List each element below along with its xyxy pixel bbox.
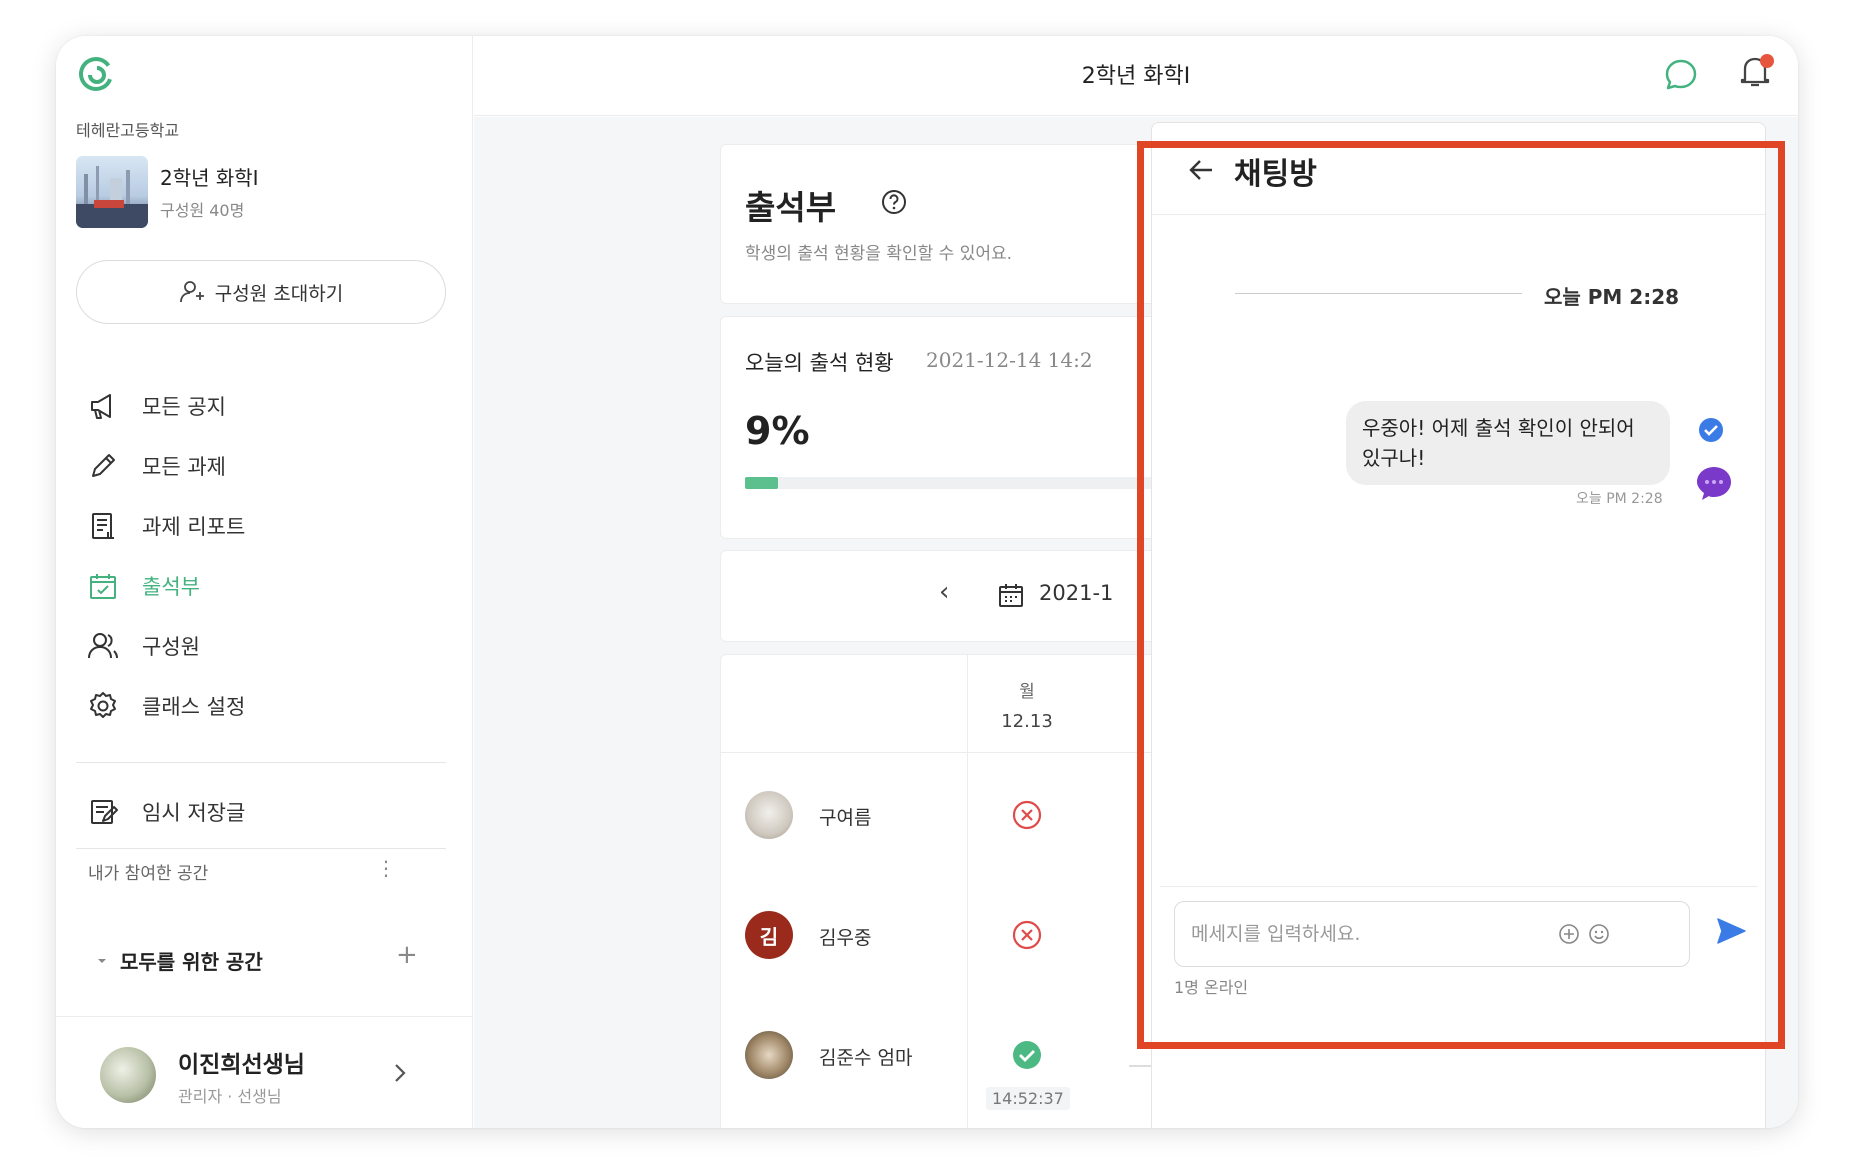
attendance-description: 학생의 출석 현황을 확인할 수 있어요. [745,244,1013,264]
chat-bubble-icon[interactable] [1662,56,1700,94]
avatar [745,791,793,839]
read-check-icon [1699,418,1723,442]
attendance-title: 출석부 [745,188,837,227]
sidebar-item-notices[interactable]: 모든 공지 [86,376,446,436]
today-attendance-time: 2021-12-14 14:2 [926,348,1093,372]
prev-date-button[interactable]: ‹ [939,577,949,607]
invite-members-label: 구성원 초대하기 [214,282,344,305]
back-arrow-icon[interactable] [1186,155,1216,185]
class-name: 2학년 화학I [160,166,259,190]
megaphone-icon [91,394,111,419]
class-card[interactable]: 2학년 화학I 구성원 40명 [76,156,456,228]
sidebar-item-label: 출석부 [142,575,200,599]
sidebar-divider [76,762,446,763]
user-name: 이진희선생님 [178,1052,305,1078]
sidebar-item-members[interactable]: 구성원 [86,616,446,676]
attach-plus-icon[interactable] [1557,922,1581,946]
time-separator-line [1235,293,1522,294]
spaces-more-button[interactable]: ⋮ [376,856,396,880]
chat-panel: 채팅방 오늘 PM 2:28 우중아! 어제 출석 확인이 안되어 있구나! 오… [1151,122,1766,1128]
chat-header: 채팅방 [1152,123,1765,215]
empty-cell-dash [1129,1065,1151,1067]
message-input[interactable] [1191,916,1551,952]
sidebar-item-attendance[interactable]: 출석부 [86,556,446,616]
check-in-time: 14:52:37 [986,1087,1070,1110]
help-icon[interactable] [881,189,907,215]
invite-members-button[interactable]: 구성원 초대하기 [76,260,446,324]
message-input-box [1174,901,1690,967]
sidebar-item-label: 구성원 [142,635,200,659]
time-separator: 오늘 PM 2:28 [1544,285,1680,309]
members-icon [88,633,118,659]
logo-icon[interactable] [76,54,116,94]
avatar [745,1031,793,1079]
app-window: 테헤란고등학교 2학년 화학I 구성원 40명 구성원 초대하기 모든 공지 모… [56,36,1798,1128]
sidebar-nav: 모든 공지 모든 과제 과제 리포트 출석부 구성원 클래스 설정 [86,376,446,736]
day-name: 월 [1019,682,1035,702]
notification-dot [1760,54,1774,68]
sidebar-item-assignments[interactable]: 모든 과제 [86,436,446,496]
sidebar-item-label: 모든 과제 [142,455,226,479]
class-member-count: 구성원 40명 [160,201,245,220]
sidebar-item-class-settings[interactable]: 클래스 설정 [86,676,446,736]
day-date: 12.13 [1001,711,1053,732]
gear-icon [90,692,116,718]
chat-avatar-icon [1697,467,1731,500]
sidebar-item-label: 과제 리포트 [142,515,246,539]
sidebar-item-label: 클래스 설정 [142,695,246,719]
page-title: 2학년 화학I [1081,64,1191,89]
pencil-icon [92,454,115,477]
attendance-progress-fill [745,477,778,489]
send-icon[interactable] [1715,915,1747,947]
present-check-icon[interactable] [1011,1039,1043,1071]
online-status: 1명 온라인 [1174,978,1249,997]
sidebar-divider [76,848,446,849]
absent-icon[interactable] [1011,919,1043,951]
notification-button[interactable] [1736,52,1774,96]
school-name: 테헤란고등학교 [76,121,180,140]
class-thumbnail [76,156,148,228]
caret-down-icon [98,958,106,963]
avatar-initial: 김 [759,924,779,949]
avatar [100,1047,156,1103]
user-profile[interactable]: 이진희선생님 관리자 · 선생님 [56,1016,473,1128]
emoji-icon[interactable] [1587,922,1611,946]
absent-icon[interactable] [1011,799,1043,831]
draft-icon [91,800,118,824]
sidebar-item-label: 모든 공지 [142,395,226,419]
message-time: 오늘 PM 2:28 [1576,491,1663,507]
table-day-header: 월 12.13 [967,677,1087,737]
student-name: 구여름 [819,807,872,829]
student-name: 김우중 [819,927,872,949]
sidebar-item-drafts[interactable]: 임시 저장글 [86,782,446,842]
top-bar: 2학년 화학I [474,36,1798,116]
message-bubble[interactable]: 우중아! 어제 출석 확인이 안되어 있구나! [1346,401,1670,485]
chevron-right-icon [395,1064,406,1082]
space-name: 모두를 위한 공간 [120,950,263,974]
chat-footer-divider [1160,886,1758,887]
calendar-check-icon [90,574,116,599]
calendar-icon[interactable] [997,581,1025,609]
spaces-section-title: 내가 참여한 공간 [88,864,209,884]
user-role: 관리자 · 선생님 [178,1087,282,1106]
attendance-percent: 9% [745,409,810,453]
today-attendance-label: 오늘의 출석 현황 [745,351,894,375]
sidebar-item-report[interactable]: 과제 리포트 [86,496,446,556]
space-item[interactable]: 모두를 위한 공간 [96,946,263,975]
sidebar: 테헤란고등학교 2학년 화학I 구성원 40명 구성원 초대하기 모든 공지 모… [56,36,473,1128]
report-icon [92,513,114,539]
chat-title: 채팅방 [1234,157,1317,192]
current-date[interactable]: 2021-1 [1039,581,1113,605]
add-person-icon [179,281,204,303]
student-name: 김준수 엄마 [819,1047,913,1069]
avatar: 김 [745,911,793,959]
sidebar-item-label: 임시 저장글 [142,801,246,825]
add-space-button[interactable]: + [396,940,418,970]
